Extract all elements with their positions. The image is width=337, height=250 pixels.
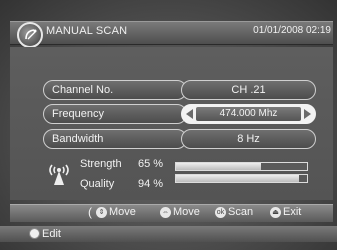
date-time-display: 01/01/2008 02:19	[253, 25, 331, 36]
help-move-updown: ⇕ Move	[96, 206, 136, 218]
quality-value: 94 %	[138, 178, 164, 190]
exit-button-icon: ⏏	[270, 206, 281, 218]
quality-bar	[175, 174, 308, 183]
quality-bar-fill	[176, 175, 300, 182]
edit-label: Edit	[42, 228, 61, 240]
channel-number-label: Channel No.	[43, 80, 187, 100]
antenna-signal-icon	[46, 161, 72, 192]
help-exit-label: Exit	[283, 206, 302, 218]
quality-label: Quality	[80, 178, 115, 190]
help-scan-label: Scan	[228, 206, 254, 218]
arrow-right-icon[interactable]	[304, 109, 311, 119]
edit-button-icon	[29, 228, 40, 239]
page-title: MANUAL SCAN	[46, 25, 128, 37]
arrow-left-icon[interactable]	[186, 109, 193, 119]
bandwidth-field[interactable]: 8 Hz	[181, 129, 316, 149]
help-exit: ⏏ Exit	[270, 206, 301, 218]
strength-bar-fill	[176, 163, 262, 170]
help-bracket: (	[88, 205, 92, 219]
help-scan: ok Scan	[215, 206, 253, 218]
strength-bar	[175, 162, 308, 171]
channel-number-field[interactable]: CH .21	[181, 80, 316, 100]
frequency-field[interactable]: 474.000 Mhz	[181, 104, 316, 124]
frequency-value: 474.000 Mhz	[196, 107, 301, 121]
satellite-dish-icon	[17, 22, 43, 48]
strength-label: Strength	[80, 158, 122, 170]
up-down-arrows-icon: ⇕	[96, 206, 107, 218]
help-move-leftright: ⇔ Move	[160, 206, 200, 218]
left-right-arrows-icon: ⇔	[160, 206, 171, 218]
strength-value: 65 %	[138, 158, 164, 170]
frequency-label: Frequency	[43, 104, 187, 124]
help-move-updown-label: Move	[109, 206, 136, 218]
bandwidth-label: Bandwidth	[43, 129, 187, 149]
help-move-leftright-label: Move	[173, 206, 200, 218]
ok-button-icon: ok	[215, 206, 226, 218]
